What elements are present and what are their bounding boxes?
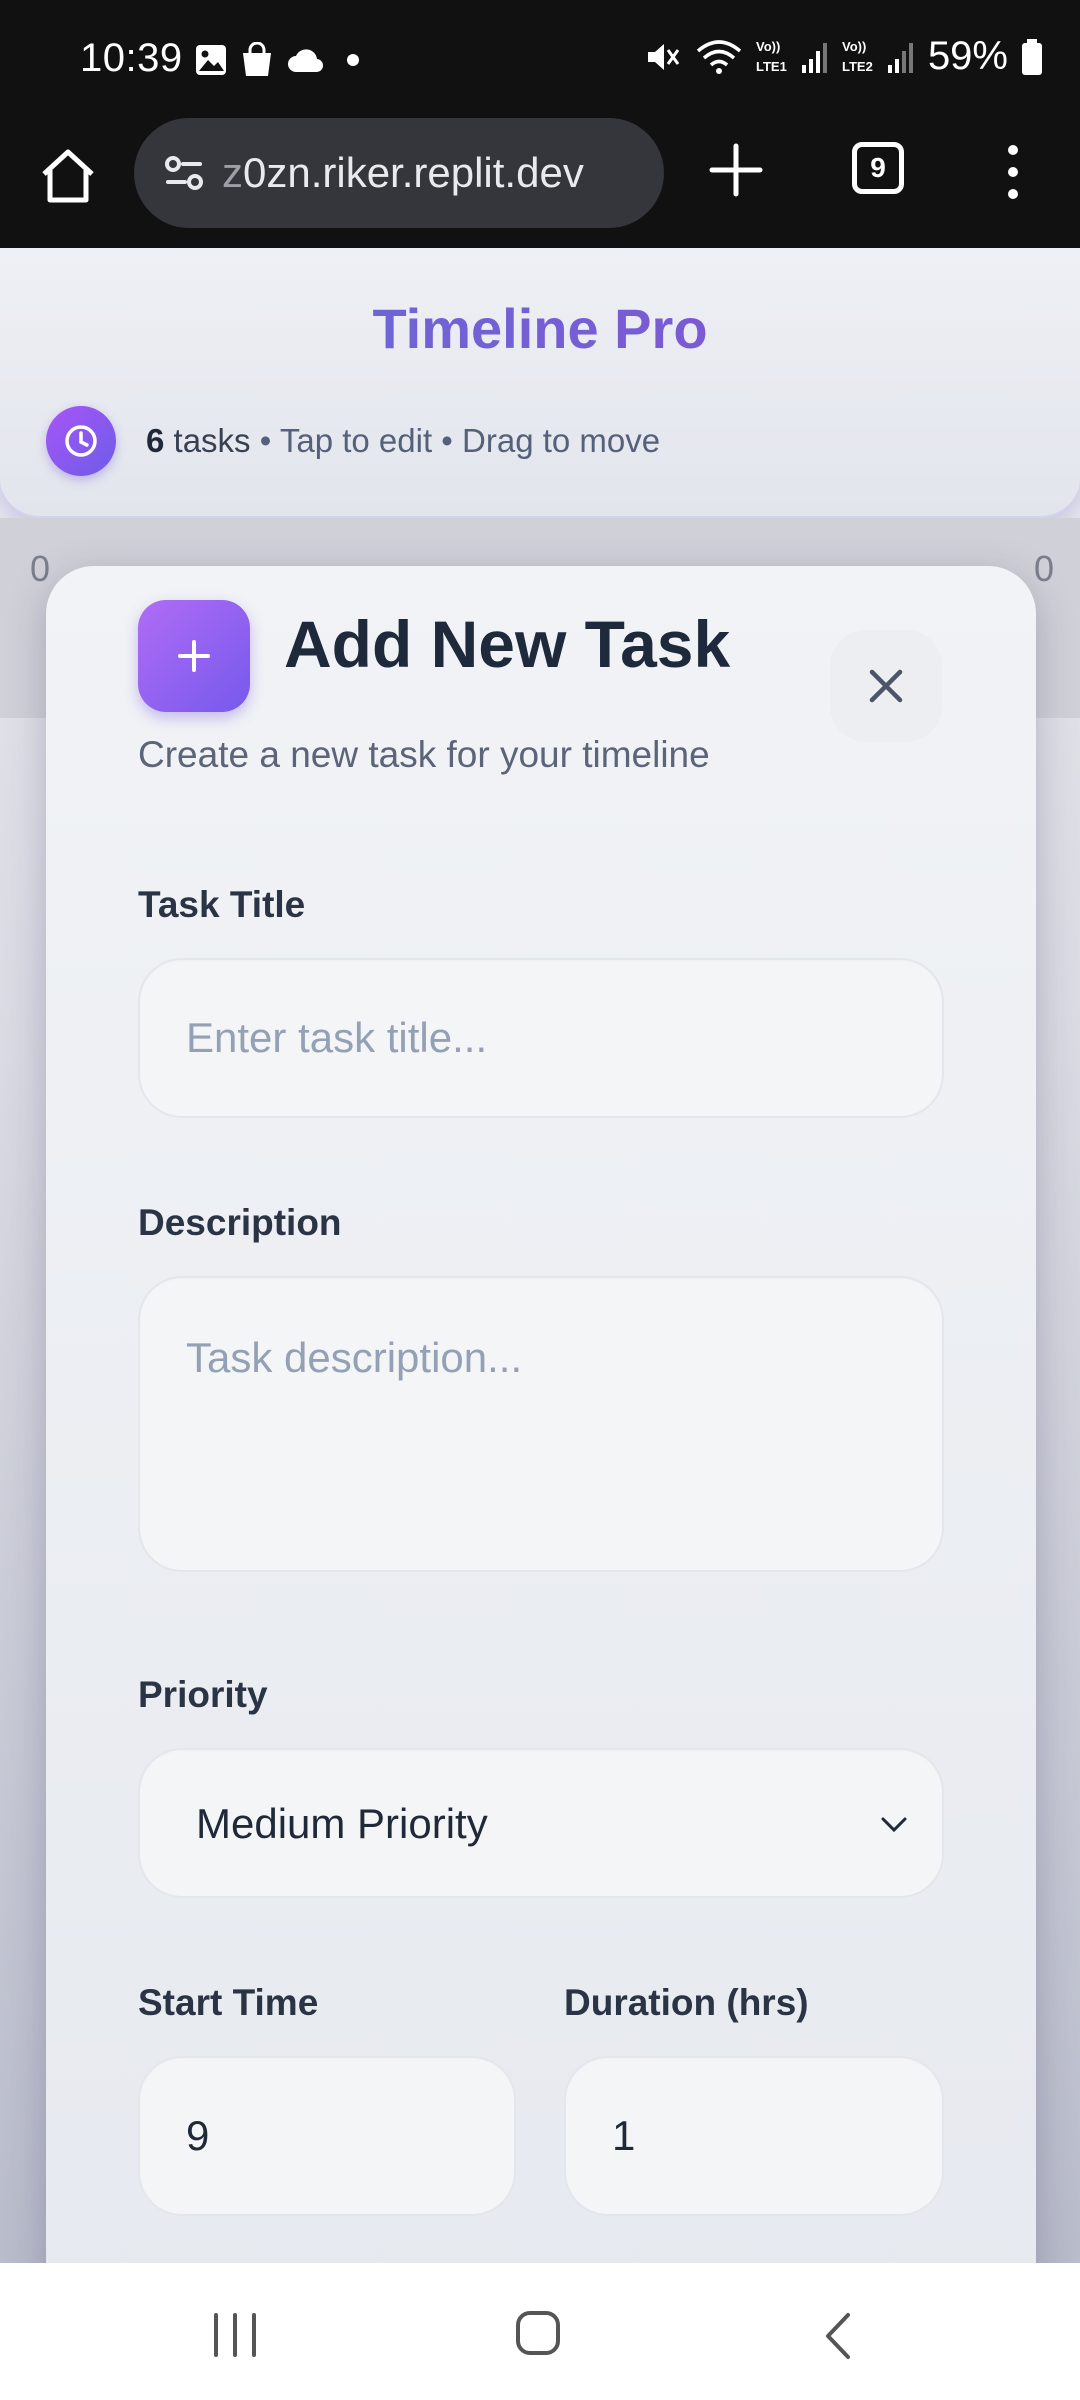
- background-label-left: 0: [30, 548, 51, 589]
- status-time: 10:39: [80, 36, 183, 80]
- header-hint: • Tap to edit • Drag to move: [259, 422, 661, 459]
- status-bar: 10:39 Vo)) LTE1 Vo)) LTE2 59%: [0, 0, 1080, 118]
- task-title-placeholder: Enter task title...: [186, 1014, 488, 1061]
- svg-text:LTE1: LTE1: [756, 59, 787, 74]
- svg-text:Vo)): Vo)): [842, 39, 866, 54]
- address-bar[interactable]: z0zn.riker.replit.dev: [134, 118, 664, 228]
- priority-select[interactable]: Medium Priority: [138, 1748, 944, 1898]
- start-time-input[interactable]: 9: [138, 2056, 516, 2216]
- wifi-icon: [696, 39, 742, 74]
- back-nav-icon[interactable]: [822, 2311, 852, 2361]
- status-notification-icons: [194, 42, 368, 78]
- url-main-text: 0zn.riker.replit.dev: [243, 149, 584, 196]
- url-fade-text: z: [222, 149, 243, 196]
- start-time-label: Start Time: [138, 1982, 319, 2023]
- app-header: Timeline Pro 6 tasks • Tap to edit • Dra…: [0, 248, 1080, 518]
- bag-icon: [243, 42, 271, 76]
- start-time-value: 9: [186, 2112, 210, 2159]
- plus-icon: [138, 600, 250, 712]
- task-title-label: Task Title: [138, 884, 306, 925]
- task-summary-text: 6 tasks • Tap to edit • Drag to move: [146, 422, 660, 460]
- system-nav-bar: [0, 2263, 1080, 2400]
- home-nav-icon[interactable]: [514, 2309, 562, 2357]
- priority-label: Priority: [138, 1674, 268, 1715]
- battery-percent: 59%: [927, 34, 1008, 78]
- cloud-icon: [288, 49, 324, 73]
- duration-value: 1: [612, 2112, 636, 2159]
- home-icon[interactable]: [36, 144, 100, 208]
- site-settings-icon[interactable]: [156, 145, 212, 201]
- task-title-input[interactable]: Enter task title...: [138, 958, 944, 1118]
- signal-lte1-icon: Vo)) LTE1: [756, 39, 827, 74]
- description-placeholder: Task description...: [186, 1334, 523, 1381]
- clock-icon: [46, 406, 116, 476]
- recent-apps-icon[interactable]: [210, 2313, 260, 2357]
- signal-lte2-icon: Vo)) LTE2: [842, 39, 913, 74]
- more-menu-icon[interactable]: [998, 140, 1028, 204]
- new-tab-icon[interactable]: [706, 140, 766, 200]
- background-label-right: 0: [1033, 548, 1054, 589]
- image-icon: [196, 45, 226, 75]
- web-page: Timeline Pro 6 tasks • Tap to edit • Dra…: [0, 248, 1080, 2263]
- add-task-modal: Add New Task Create a new task for your …: [46, 566, 1036, 2263]
- chevron-down-icon: [881, 1817, 907, 1833]
- close-icon[interactable]: [868, 668, 904, 704]
- modal-subtitle: Create a new task for your timeline: [138, 734, 710, 775]
- svg-text:Vo)): Vo)): [756, 39, 780, 54]
- priority-selected-value: Medium Priority: [196, 1800, 488, 1847]
- tab-switcher-button[interactable]: 9: [852, 142, 904, 194]
- app-title: Timeline Pro: [0, 296, 1080, 361]
- header-summary: 6 tasks • Tap to edit • Drag to move: [46, 406, 660, 476]
- duration-input[interactable]: 1: [564, 2056, 944, 2216]
- status-system-icons: Vo)) LTE1 Vo)) LTE2 59%: [644, 34, 1044, 79]
- modal-title: Add New Task: [284, 607, 731, 681]
- url-text: z0zn.riker.replit.dev: [222, 149, 642, 197]
- duration-label: Duration (hrs): [564, 1982, 809, 2023]
- close-button[interactable]: [830, 630, 942, 742]
- svg-text:LTE2: LTE2: [842, 59, 873, 74]
- mute-icon: [647, 43, 680, 70]
- browser-toolbar: z0zn.riker.replit.dev 9: [0, 118, 1080, 248]
- task-count: 6: [146, 422, 165, 459]
- description-label: Description: [138, 1202, 342, 1243]
- battery-icon: [1022, 38, 1042, 75]
- description-textarea[interactable]: Task description...: [138, 1276, 944, 1572]
- tasks-word: tasks: [173, 422, 251, 459]
- dot-icon: [347, 54, 359, 66]
